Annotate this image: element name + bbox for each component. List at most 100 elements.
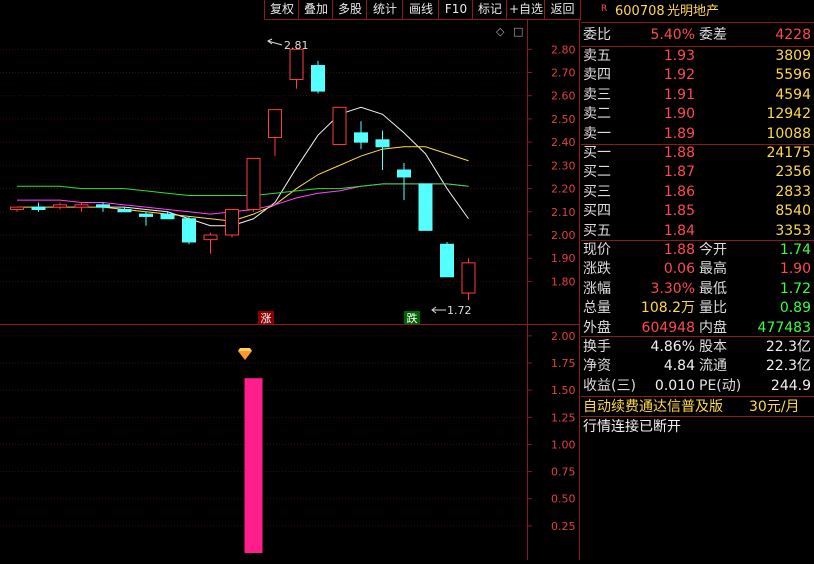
indicator-y-tick-label: 1.50 [551,384,576,397]
limit-down-tag: 跌 [407,311,418,325]
stock-header: R 600708 光明地产 [581,2,814,21]
statistics-button[interactable]: 统计 [366,0,403,20]
candlestick[interactable] [53,202,67,210]
fundamental-value: 4.84 [663,358,695,375]
weibi-row: 委比 5.40% 委差 4228 [581,26,814,45]
candlestick[interactable] [461,258,476,300]
fundamental-value: 4.86% [650,339,695,355]
candle-body [311,65,325,92]
weibi-label: 委比 [583,27,611,43]
price-y-tick-label: 2.20 [551,183,576,196]
overlay-button[interactable]: 叠加 [298,0,333,20]
chart-area[interactable]: 2.80 2.70 2.60 2.50 2.40 2.30 2.20 2.10 2.00 1.90… [0,20,580,560]
stat-value: 108.2万 [640,300,695,317]
candle-body [10,206,24,210]
candlestick[interactable] [418,183,433,231]
candle-body [182,218,196,243]
candle-body [117,208,132,213]
candle-body [397,169,411,178]
indicator-y-tick-label: 1.00 [551,438,576,451]
multi-stock-button[interactable]: 多股 [332,0,367,20]
bid-price: 1.88 [663,145,695,161]
promo-row[interactable]: 自动续费通达信普及版 30元/月 [581,398,814,417]
ask-price: 1.89 [663,125,695,142]
candle-body [332,106,347,145]
candlestick[interactable] [289,46,304,89]
quote-stat-row: 涨幅 3.30% 最低 1.72 [581,280,814,299]
promo-price[interactable]: 30元/月 [749,398,800,417]
bid-level-row: 买五 1.84 3353 [581,222,814,241]
promo-text[interactable]: 自动续费通达信普及版 [583,398,723,417]
candlestick[interactable] [139,211,153,226]
candlestick[interactable] [96,202,110,212]
candle-body [289,48,304,80]
candlestick[interactable] [225,208,239,238]
bid-level-label: 买五 [583,222,611,239]
ask-level-label: 卖三 [583,86,611,103]
fuquan-button[interactable]: 复权 [264,0,299,20]
indicator-y-tick-label: 0.50 [551,493,576,506]
candle-body [53,204,67,208]
price-y-tick-label: 2.10 [551,206,576,219]
ask-volume: 5596 [775,67,811,84]
limit-up-marker: 涨 [258,311,274,325]
fundamental-row: 换手 4.86% 股本 22.3亿 [581,338,814,357]
candlestick[interactable] [397,163,411,201]
limit-down-marker: 跌 [404,311,420,325]
add-watchlist-button[interactable]: +自选 [506,0,545,20]
candlestick[interactable] [440,241,454,278]
stat-value: 1.90 [779,261,811,278]
indicator-y-tick-label: 1.25 [551,411,576,424]
candle-body [375,139,390,148]
stat-label: 最高 [699,261,727,278]
candlestick[interactable] [74,202,89,212]
ask-price: 1.92 [663,67,695,84]
candlestick[interactable] [182,216,196,245]
back-button[interactable]: 返回 [544,0,581,20]
bid-price: 1.86 [663,183,695,200]
candle-body [31,206,46,210]
fundamental-value: 244.9 [770,377,811,394]
expand-chart-icon[interactable]: ◇ [496,25,505,38]
fundamental-value: 22.3亿 [765,358,811,375]
chart-settings-icon[interactable]: □ [513,25,523,38]
candlestick[interactable] [31,202,46,212]
connection-status-row: 行情连接已断开 [581,418,814,437]
candlestick[interactable] [246,157,261,212]
moving-average-line [17,183,469,197]
bid-price: 1.85 [663,203,695,220]
stock-name: 光明地产 [667,4,720,19]
fundamental-label: PE(动) [699,377,742,394]
ask-level-label: 卖二 [583,106,611,123]
candlestick[interactable] [10,206,24,212]
candlestick[interactable] [354,121,368,150]
bid-level-row: 买三 1.86 2833 [581,183,814,202]
ask-level-label: 卖五 [583,48,611,64]
stat-value: 3.30% [650,280,695,297]
candle-body [203,234,218,241]
bid-level-row: 买四 1.85 8540 [581,202,814,221]
draw-line-button[interactable]: 画线 [402,0,439,20]
bid-price: 1.87 [663,164,695,181]
candlestick[interactable] [332,106,347,145]
ask-level-row: 卖五 1.93 3809 [581,47,814,66]
fundamental-label: 收益(三) [583,377,636,394]
kline-chart-svg[interactable]: 2.80 2.70 2.60 2.50 2.40 2.30 2.20 2.10 2.00 1.90… [0,20,580,560]
candle-body [74,204,89,208]
bid-volume: 2356 [775,164,811,181]
mark-button[interactable]: 标记 [472,0,507,20]
high-price-annotation: 2.81 [267,38,309,52]
fundamental-label: 换手 [583,339,611,355]
f10-button[interactable]: F10 [438,0,473,20]
candlestick[interactable] [311,60,325,94]
fundamental-row: 净资 4.84 流通 22.3亿 [581,357,814,376]
stat-label: 现价 [583,242,611,258]
stat-value: 604948 [641,319,695,336]
stat-value: 477483 [757,319,811,336]
divider [581,22,814,23]
stat-value: 0.06 [663,261,695,278]
ask-price: 1.90 [663,106,695,123]
candlestick[interactable] [203,232,218,254]
candlestick[interactable] [268,109,282,157]
bid-volume: 3353 [775,222,811,239]
